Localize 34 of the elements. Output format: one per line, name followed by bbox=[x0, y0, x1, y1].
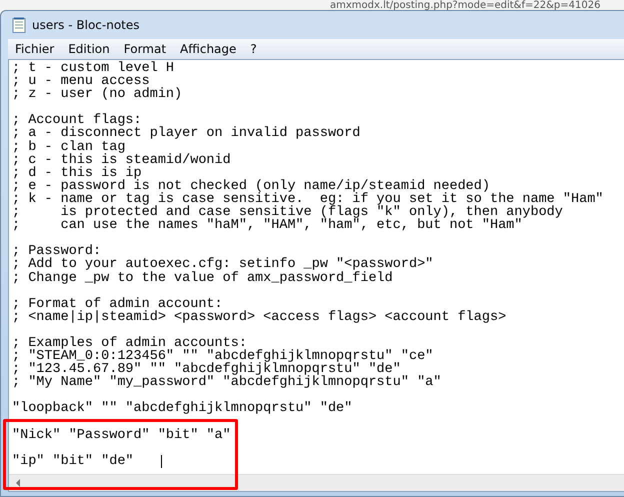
text-line: ; a - disconnect player on invalid password bbox=[12, 127, 360, 141]
horizontal-scrollbar[interactable] bbox=[9, 474, 624, 491]
text-line: ; "STEAM_0:0:123456" "" "abcdefghijklmnopqrstu" "ce" bbox=[12, 350, 434, 364]
text-line: ; c - this is steamid/wonid bbox=[12, 154, 231, 167]
text-line: ; <name|ip|steamid> <password> <access flags> <account flags> bbox=[12, 310, 506, 324]
text-line: ; Password: bbox=[12, 245, 102, 258]
menu-item[interactable]: Format bbox=[116, 42, 174, 56]
address-text[interactable]: amxmodx.lt/posting.php?mode=edit&f=22&p=41026 bbox=[330, 0, 600, 12]
text-line: ; "My Name" "my_password" "abcdefghijklmnopqrstu" "a" bbox=[12, 376, 442, 390]
text-line: "loopback" "" "abcdefghijklmnopqrstu" "de" bbox=[12, 402, 352, 416]
text-line: ; can use the names "haM", "HAM", "ham", etc, but not "Ham" bbox=[12, 219, 522, 232]
text-line: ; t - custom level H bbox=[12, 62, 174, 76]
text-line: ; Add to your autoexec.cfg: setinfo _pw "<password>" bbox=[12, 258, 434, 272]
menu-item[interactable]: Affichage bbox=[173, 42, 244, 56]
text-line: ; u - menu access bbox=[12, 75, 150, 88]
text-line: ; is protected and case sensitive (flags "k" only), then anybody bbox=[12, 206, 563, 220]
text-line: ; b - clan tag bbox=[12, 140, 126, 154]
text-line: ; Examples of admin accounts: bbox=[12, 336, 247, 350]
notepad-icon bbox=[12, 17, 26, 33]
text-line: "ip" "bit" "de" bbox=[12, 454, 134, 468]
text-line: ; k - name or tag is case sensitive. eg: if you set it so the name "Ham" bbox=[12, 192, 604, 206]
menu-item[interactable]: Edition bbox=[61, 42, 117, 56]
window-title: users - Bloc-notes bbox=[32, 18, 140, 32]
menu-item[interactable]: Fichier bbox=[8, 42, 62, 56]
text-line: ; "123.45.67.89" "" "abcdefghijklmnopqrstu" "de" bbox=[12, 363, 401, 376]
left-arrow-icon[interactable] bbox=[15, 479, 21, 487]
text-line: ; d - this is ip bbox=[12, 166, 142, 180]
menu-item[interactable]: ? bbox=[243, 42, 264, 56]
text-line: ; z - user (no admin) bbox=[12, 88, 182, 102]
text-line: ; Account flags: bbox=[12, 114, 142, 128]
text-line: ; Change _pw to the value of amx_password_field bbox=[12, 272, 393, 285]
text-line: ; Format of admin account: bbox=[12, 298, 223, 311]
text-line: "Nick" "Password" "bit" "a" bbox=[12, 428, 231, 442]
text-line: ; e - password is not checked (only name/ip/steamid needed) bbox=[12, 180, 490, 193]
